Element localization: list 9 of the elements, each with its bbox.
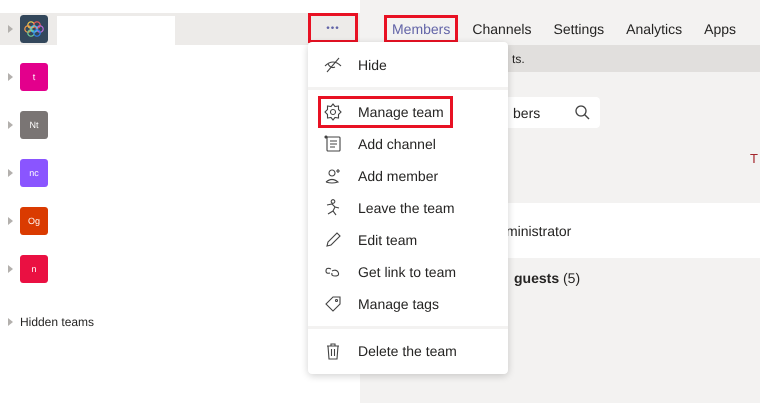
section-heading: guests (5) bbox=[514, 270, 580, 286]
column-heading: T bbox=[750, 151, 758, 166]
team-avatar: nc bbox=[20, 159, 48, 187]
team-avatar: n bbox=[20, 255, 48, 283]
team-avatar: t bbox=[20, 63, 48, 91]
banner-text: ts. bbox=[512, 52, 525, 66]
member-role: ministrator bbox=[506, 222, 572, 238]
team-avatar: Og bbox=[20, 207, 48, 235]
team-avatar: Nt bbox=[20, 111, 48, 139]
